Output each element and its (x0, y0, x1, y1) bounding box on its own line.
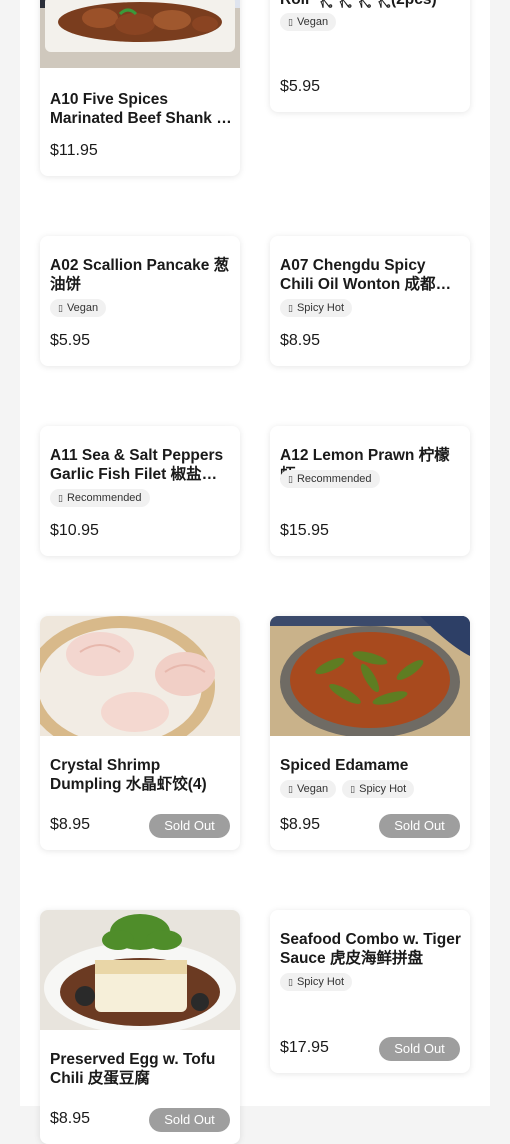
menu-item-card[interactable]: Spiced Edamame ▯ Vegan ▯ Spicy Hot $8.95 S… (270, 616, 470, 850)
item-price: $10.95 (50, 522, 99, 539)
menu-page: A10 Five Spices Marinated Beef Shank 五香牛… (20, 0, 490, 1144)
item-price: $8.95 (50, 816, 91, 833)
tag-recommended: ▯ Recommended (280, 470, 380, 488)
tag-vegan: ▯ Vegan (280, 780, 337, 798)
item-name: Spiced Edamame (280, 757, 409, 774)
item-name: Crystal Shrimp Dumpling 水晶虾饺(4) (50, 757, 207, 793)
item-price: $11.95 (50, 142, 98, 159)
item-name: A02 Scallion Pancake 葱油饼 (50, 257, 230, 293)
beef-shank-photo (40, 0, 240, 68)
menu-item-card[interactable]: A10 Five Spices Marinated Beef Shank 五香牛… (40, 0, 240, 176)
tag-spicy-hot: ▯ Spicy Hot (280, 299, 353, 317)
chili-icon: ▯ (288, 303, 293, 313)
menu-item-card[interactable]: Preserved Egg w. Tofu Chili 皮蛋豆腐 $8.95 S… (40, 910, 240, 1144)
item-name: Preserved Egg w. Tofu Chili 皮蛋豆腐 (50, 1051, 216, 1087)
tag-spicy-hot: ▯ Spicy Hot (280, 973, 353, 991)
item-name: A07 Chengdu Spicy Chili Oil Wonton 成都红油抄… (280, 257, 452, 293)
shrimp-dumpling-photo (40, 616, 240, 736)
item-price: $5.95 (50, 332, 91, 349)
thumb-icon: ▯ (288, 474, 293, 484)
edamame-photo (270, 616, 470, 736)
menu-item-card[interactable]: Seafood Combo w. Tiger Sauce 虎皮海鲜拼盘 ▯ Spi… (270, 910, 470, 1073)
tofu-photo (40, 910, 240, 1030)
menu-item-card[interactable]: Roll 𓂀𓂀𓂀𓂀(2pcs) ▯Vegan $5.95 (270, 0, 470, 112)
leaf-icon: ▯ (288, 784, 293, 794)
menu-item-card[interactable]: A02 Scallion Pancake 葱油饼 ▯ Vegan $5.95 (40, 236, 240, 366)
menu-item-card[interactable]: A07 Chengdu Spicy Chili Oil Wonton 成都红油抄… (270, 236, 470, 366)
chili-icon: ▯ (288, 977, 293, 987)
menu-item-card[interactable]: A11 Sea & Salt Peppers Garlic Fish Filet… (40, 426, 240, 556)
menu-item-card[interactable]: Crystal Shrimp Dumpling 水晶虾饺(4) $8.95 So… (40, 616, 240, 850)
item-price: $5.95 (280, 78, 321, 95)
leaf-icon: ▯ (288, 17, 293, 27)
item-tags: ▯ Recommended (50, 489, 150, 507)
tag-recommended: ▯ Recommended (50, 489, 150, 507)
item-price: $8.95 (280, 332, 321, 349)
item-tags: ▯ Recommended (280, 470, 380, 488)
item-name: A10 Five Spices Marinated Beef Shank 五香牛… (50, 91, 232, 127)
sold-out-badge: Sold Out (379, 1037, 460, 1061)
item-tags: ▯ Spicy Hot (280, 973, 353, 991)
menu-item-card[interactable]: A12 Lemon Prawn 柠檬虾 ▯Recommended $15.95 (270, 426, 470, 556)
item-name: Seafood Combo w. Tiger Sauce 虎皮海鲜拼盘 (280, 931, 461, 967)
item-price: $8.95 (280, 816, 321, 833)
leaf-icon: ▯ (58, 303, 63, 313)
tag-spicy-hot: ▯ Spicy Hot (342, 780, 415, 798)
item-tags: ▯ Vegan ▯ Spicy Hot (280, 780, 415, 798)
sold-out-badge: Sold Out (149, 814, 230, 838)
sold-out-badge: Sold Out (379, 814, 460, 838)
item-name: A11 Sea & Salt Peppers Garlic Fish Filet… (50, 447, 224, 483)
item-tags: ▯ Spicy Hot (280, 299, 353, 317)
item-name: Roll 𓂀𓂀𓂀𓂀(2pcs) (280, 0, 462, 9)
sold-out-badge: Sold Out (149, 1108, 230, 1132)
chili-icon: ▯ (350, 784, 356, 794)
tag-vegan: ▯ Vegan (280, 13, 337, 31)
item-price: $15.95 (280, 522, 329, 539)
item-tags: ▯ Vegan (50, 299, 107, 317)
tag-vegan: ▯ Vegan (50, 299, 107, 317)
item-tags: ▯ Vegan (280, 13, 337, 31)
thumb-icon: ▯ (58, 493, 63, 503)
item-price: $17.95 (280, 1039, 329, 1056)
item-price: $8.95 (50, 1110, 91, 1127)
